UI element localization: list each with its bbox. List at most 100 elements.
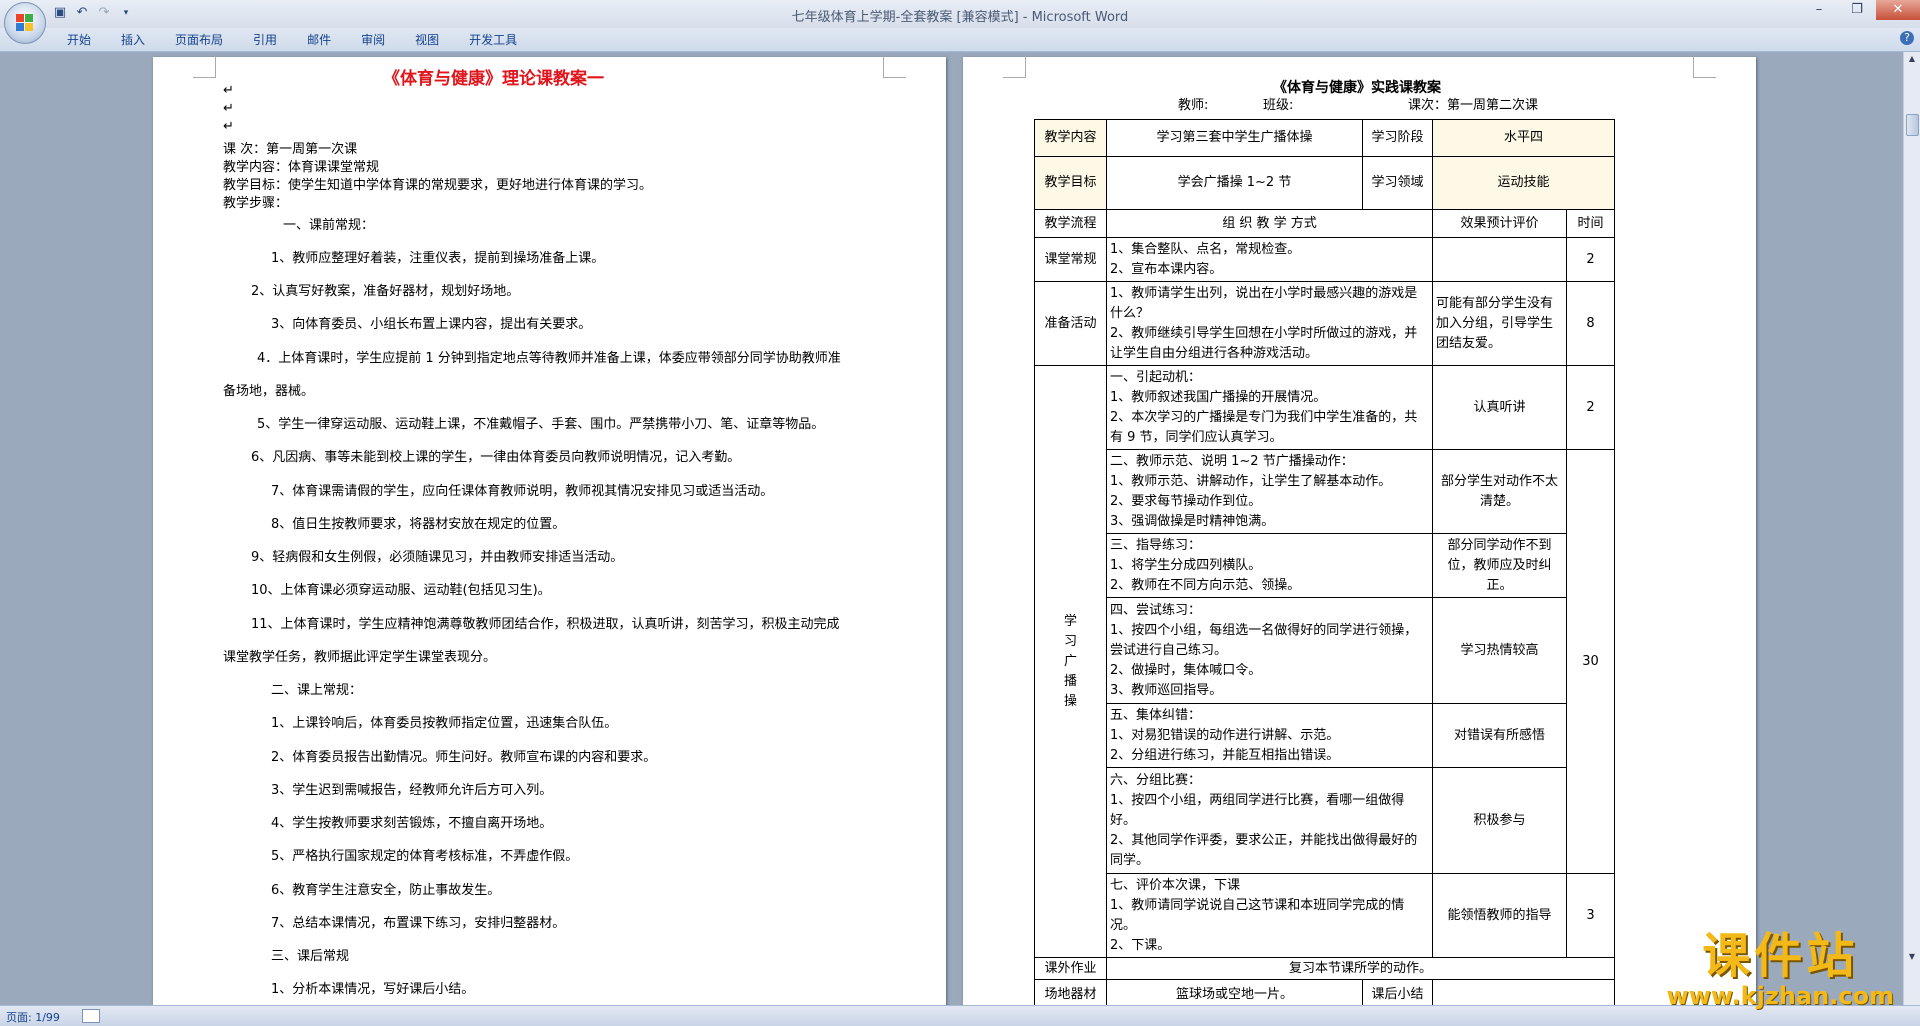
- tab-view[interactable]: 视图: [400, 31, 454, 49]
- table-cell[interactable]: 准备活动: [1034, 281, 1107, 366]
- cell-line: 3、教师巡回指导。: [1110, 682, 1223, 698]
- paragraph-mark: ↵: [223, 119, 234, 134]
- doc-line: 7、体育课需请假的学生，应向任课体育教师说明，教师视其情况安排见习或适当活动。: [271, 484, 774, 499]
- page-1[interactable]: 《体育与健康》理论课教案一 ↵ ↵ ↵ 课 次：第一周第一次课 教学内容：体育课…: [153, 55, 946, 1005]
- page-2[interactable]: 《体育与健康》实践课教案 教师: 班级: 课次：第一周第二次课 教学内容 学习第…: [963, 55, 1756, 1005]
- table-cell[interactable]: 2: [1565, 365, 1616, 450]
- table-cell[interactable]: 运动技能: [1431, 156, 1616, 210]
- table-cell[interactable]: 部分同学动作不到位，教师应及时纠正。: [1432, 533, 1567, 598]
- table-cell[interactable]: [1431, 979, 1616, 1005]
- table-cell[interactable]: 水平四: [1431, 119, 1616, 157]
- table-cell[interactable]: 学习领域: [1362, 156, 1433, 210]
- vertical-char: 播: [1063, 673, 1077, 689]
- scroll-down-icon[interactable]: ▼: [1906, 952, 1918, 966]
- table-cell[interactable]: 认真听讲: [1432, 365, 1567, 450]
- doc-line: 5、学生一律穿运动服、运动鞋上课，不准戴帽子、手套、围巾。严禁携带小刀、笔、证章…: [257, 417, 825, 432]
- cell-line: 1、集合整队、点名，常规检查。: [1110, 241, 1301, 257]
- cell-line: 1、教师示范、讲解动作，让学生了解基本动作。: [1110, 473, 1392, 489]
- tab-developer[interactable]: 开发工具: [454, 31, 532, 49]
- ribbon: 开始 插入 页面布局 引用 邮件 审阅 视图 开发工具 ?: [0, 28, 1920, 52]
- table-cell[interactable]: 30: [1565, 449, 1616, 874]
- close-icon[interactable]: ✕: [1876, 0, 1920, 20]
- doc-line: 9、轻病假和女生例假，必须随课见习，并由教师安排适当活动。: [251, 550, 624, 565]
- table-cell[interactable]: 学习热情较高: [1432, 597, 1567, 704]
- table-cell[interactable]: 8: [1565, 281, 1616, 366]
- doc-line: 教学目标：使学生知道中学体育课的常规要求，更好地进行体育课的学习。: [223, 178, 653, 193]
- cell-line: 1、对易犯错误的动作进行讲解、示范。: [1110, 727, 1340, 743]
- table-cell[interactable]: 六、分组比赛： 1、按四个小组，两组同学进行比赛，看哪一组做得好。 2、其他同学…: [1106, 767, 1433, 874]
- table-cell[interactable]: 复习本节课所学的动作。: [1105, 957, 1616, 980]
- table-header[interactable]: 组 织 教 学 方式: [1106, 209, 1433, 238]
- page-title: 《体育与健康》理论课教案一: [383, 69, 604, 89]
- cell-line: 1、教师叙述我国广播操的开展情况。: [1110, 389, 1327, 405]
- status-bar: 页面: 1/99: [0, 1005, 1920, 1026]
- margin-mark: [1693, 55, 1716, 78]
- table-cell[interactable]: 一、引起动机： 1、教师叙述我国广播操的开展情况。 2、本次学习的广播操是专门为…: [1106, 365, 1433, 450]
- table-header[interactable]: 效果预计评价: [1432, 209, 1567, 238]
- table-cell[interactable]: 教学内容: [1034, 119, 1107, 157]
- table-cell[interactable]: 3: [1565, 873, 1616, 958]
- table-cell[interactable]: 四、尝试练习： 1、按四个小组，每组选一名做得好的同学进行领操，尝试进行自己练习…: [1106, 597, 1433, 704]
- watermark: 课件站 www.kjzhan.com: [1667, 930, 1894, 1010]
- class-label: 班级:: [1263, 98, 1294, 113]
- table-cell[interactable]: 课外作业: [1034, 957, 1107, 980]
- table-cell[interactable]: 七、评价本次课，下课 1、教师请同学说说自己这节课和本班同学完成的情况。 2、下…: [1106, 873, 1433, 958]
- doc-line: 4、学生按教师要求刻苦锻炼，不擅自离开场地。: [271, 816, 553, 831]
- table-cell[interactable]: 学习阶段: [1362, 119, 1433, 157]
- vertical-char: 习: [1063, 633, 1077, 649]
- restore-icon[interactable]: ❐: [1838, 0, 1876, 20]
- table-cell[interactable]: 篮球场或空地一片。: [1106, 979, 1363, 1005]
- page-count[interactable]: 页面: 1/99: [6, 1009, 60, 1025]
- margin-mark: [193, 55, 216, 78]
- document-area[interactable]: 《体育与健康》理论课教案一 ↵ ↵ ↵ 课 次：第一周第一次课 教学内容：体育课…: [0, 52, 1904, 1005]
- doc-line: 5、严格执行国家规定的体育考核标准，不弄虚作假。: [271, 849, 579, 864]
- help-icon[interactable]: ?: [1900, 31, 1914, 45]
- cell-line: 1、按四个小组，每组选一名做得好的同学进行领操，尝试进行自己练习。: [1110, 622, 1418, 658]
- table-header[interactable]: 时间: [1565, 209, 1616, 238]
- tab-page-layout[interactable]: 页面布局: [160, 31, 238, 49]
- proofing-icon[interactable]: [82, 1009, 100, 1023]
- table-cell[interactable]: 二、教师示范、说明 1~2 节广播操动作： 1、教师示范、讲解动作，让学生了解基…: [1106, 449, 1433, 534]
- table-cell[interactable]: 五、集体纠错： 1、对易犯错误的动作进行讲解、示范。 2、分组进行练习，并能互相…: [1106, 703, 1433, 768]
- table-cell[interactable]: 课后小结: [1362, 979, 1433, 1005]
- scroll-up-icon[interactable]: ▲: [1906, 54, 1918, 68]
- table-cell[interactable]: 能领悟教师的指导: [1432, 873, 1567, 958]
- table-cell[interactable]: 1、集合整队、点名，常规检查。 2、宣布本课内容。: [1106, 237, 1433, 282]
- tab-review[interactable]: 审阅: [346, 31, 400, 49]
- cell-line: 3、强调做操是时精神饱满。: [1110, 513, 1275, 529]
- doc-line: 课堂教学任务，教师据此评定学生课堂表现分。: [223, 650, 497, 665]
- tab-references[interactable]: 引用: [238, 31, 292, 49]
- table-cell[interactable]: 对错误有所感悟: [1432, 703, 1567, 768]
- doc-line: 备场地，器械。: [223, 384, 315, 399]
- margin-mark: [1003, 55, 1026, 78]
- table-cell[interactable]: [1432, 237, 1567, 282]
- doc-line: 2、体育委员报告出勤情况。师生问好。教师宣布课的内容和要求。: [271, 750, 657, 765]
- table-cell[interactable]: 三、指导练习： 1、将学生分成四列横队。 2、教师在不同方向示范、领操。: [1106, 533, 1433, 598]
- table-cell[interactable]: 学习第三套中学生广播体操: [1106, 119, 1363, 157]
- table-cell[interactable]: 部分学生对动作不太清楚。: [1432, 449, 1567, 534]
- tab-mailings[interactable]: 邮件: [292, 31, 346, 49]
- cell-line: 四、尝试练习：: [1110, 602, 1202, 618]
- table-header[interactable]: 教学流程: [1034, 209, 1107, 238]
- section-heading: 一、课前常规：: [283, 218, 375, 233]
- table-cell[interactable]: 1、教师请学生出列，说出在小学时最感兴趣的游戏是什么？ 2、教师继续引导学生回想…: [1106, 281, 1433, 366]
- tab-insert[interactable]: 插入: [106, 31, 160, 49]
- watermark-text: 课件站: [1702, 928, 1859, 984]
- minimize-icon[interactable]: –: [1800, 0, 1838, 20]
- scroll-thumb[interactable]: [1906, 114, 1919, 136]
- table-cell[interactable]: 积极参与: [1432, 767, 1567, 874]
- tab-home[interactable]: 开始: [52, 31, 106, 49]
- table-cell[interactable]: 场地器材: [1034, 979, 1107, 1005]
- section-heading: 三、课后常规: [271, 949, 350, 964]
- table-cell[interactable]: 可能有部分学生没有加入分组，引导学生团结友爱。: [1432, 281, 1567, 366]
- table-cell-vertical[interactable]: 学 习 广 播 操: [1034, 365, 1107, 958]
- office-button[interactable]: [4, 2, 46, 44]
- teacher-label: 教师:: [1178, 98, 1209, 113]
- table-cell[interactable]: 学会广播操 1~2 节: [1106, 156, 1363, 210]
- table-cell[interactable]: 教学目标: [1034, 156, 1107, 210]
- doc-line: 1、分析本课情况，写好课后小结。: [271, 982, 475, 997]
- cell-line: 六、分组比赛：: [1110, 772, 1202, 788]
- table-cell[interactable]: 课堂常规: [1034, 237, 1107, 282]
- vertical-scrollbar[interactable]: ▲ ▼: [1903, 52, 1920, 1005]
- table-cell[interactable]: 2: [1565, 237, 1616, 282]
